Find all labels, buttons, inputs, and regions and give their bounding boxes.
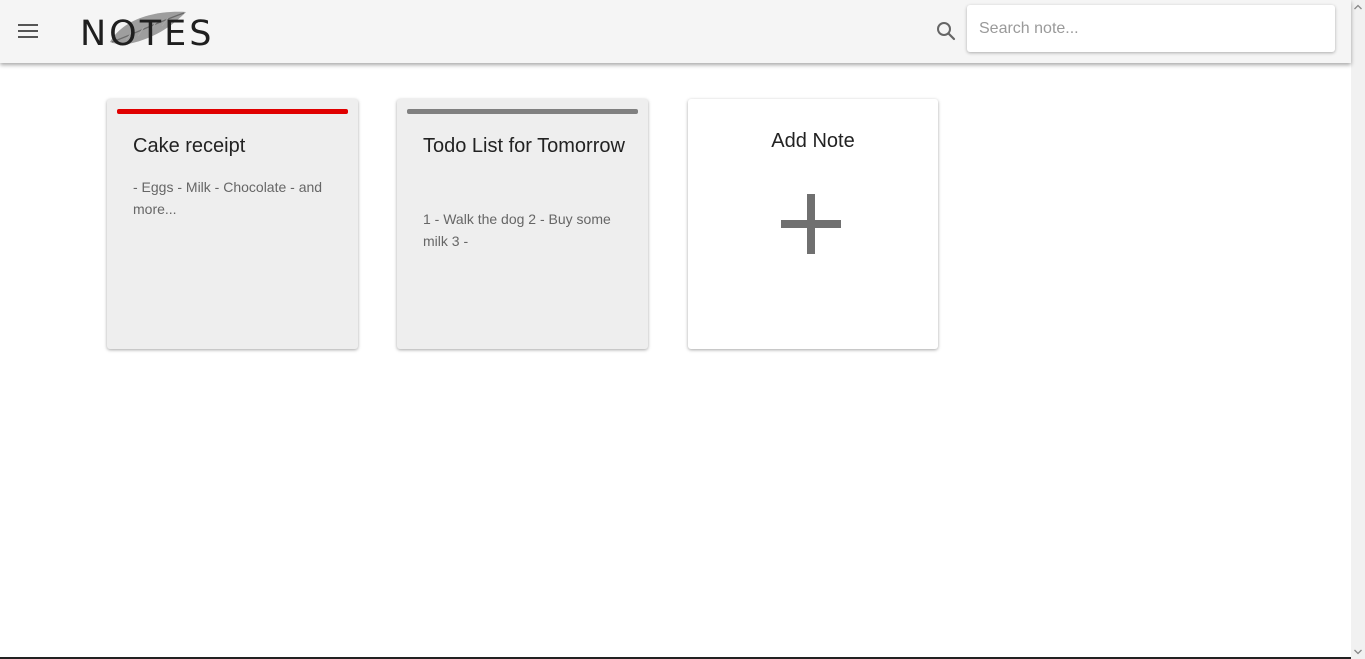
notes-app: NOTES Cake receipt - Eggs - Milk - Choco… <box>0 0 1365 659</box>
search-icon[interactable] <box>934 19 958 43</box>
menu-button[interactable] <box>14 17 42 45</box>
note-title: Todo List for Tomorrow <box>423 135 625 157</box>
search-input[interactable] <box>967 5 1335 52</box>
note-color-bar <box>117 109 348 114</box>
page-scrollbar[interactable] <box>1351 0 1365 659</box>
add-note-label: Add Note <box>771 130 855 152</box>
note-title: Cake receipt <box>133 135 246 157</box>
add-note-card[interactable]: Add Note <box>688 99 938 349</box>
top-app-bar: NOTES <box>0 0 1351 63</box>
menu-icon <box>18 24 38 38</box>
search-box <box>967 5 1335 52</box>
scroll-down-button[interactable] <box>1351 645 1365 659</box>
plus-icon <box>781 194 841 254</box>
chevron-down-icon <box>1354 649 1362 655</box>
note-card[interactable]: Cake receipt - Eggs - Milk - Chocolate -… <box>107 99 358 349</box>
note-preview: 1 - Walk the dog 2 - Buy some milk 3 - <box>423 211 611 249</box>
note-preview: - Eggs - Milk - Chocolate - and more... <box>133 179 323 217</box>
note-color-bar <box>407 109 638 114</box>
chevron-up-icon <box>1354 4 1362 10</box>
app-logo[interactable]: NOTES <box>80 8 220 54</box>
logo-text: NOTES <box>80 14 215 54</box>
note-card[interactable]: Todo List for Tomorrow 1 - Walk the dog … <box>397 99 648 349</box>
scroll-up-button[interactable] <box>1351 0 1365 14</box>
